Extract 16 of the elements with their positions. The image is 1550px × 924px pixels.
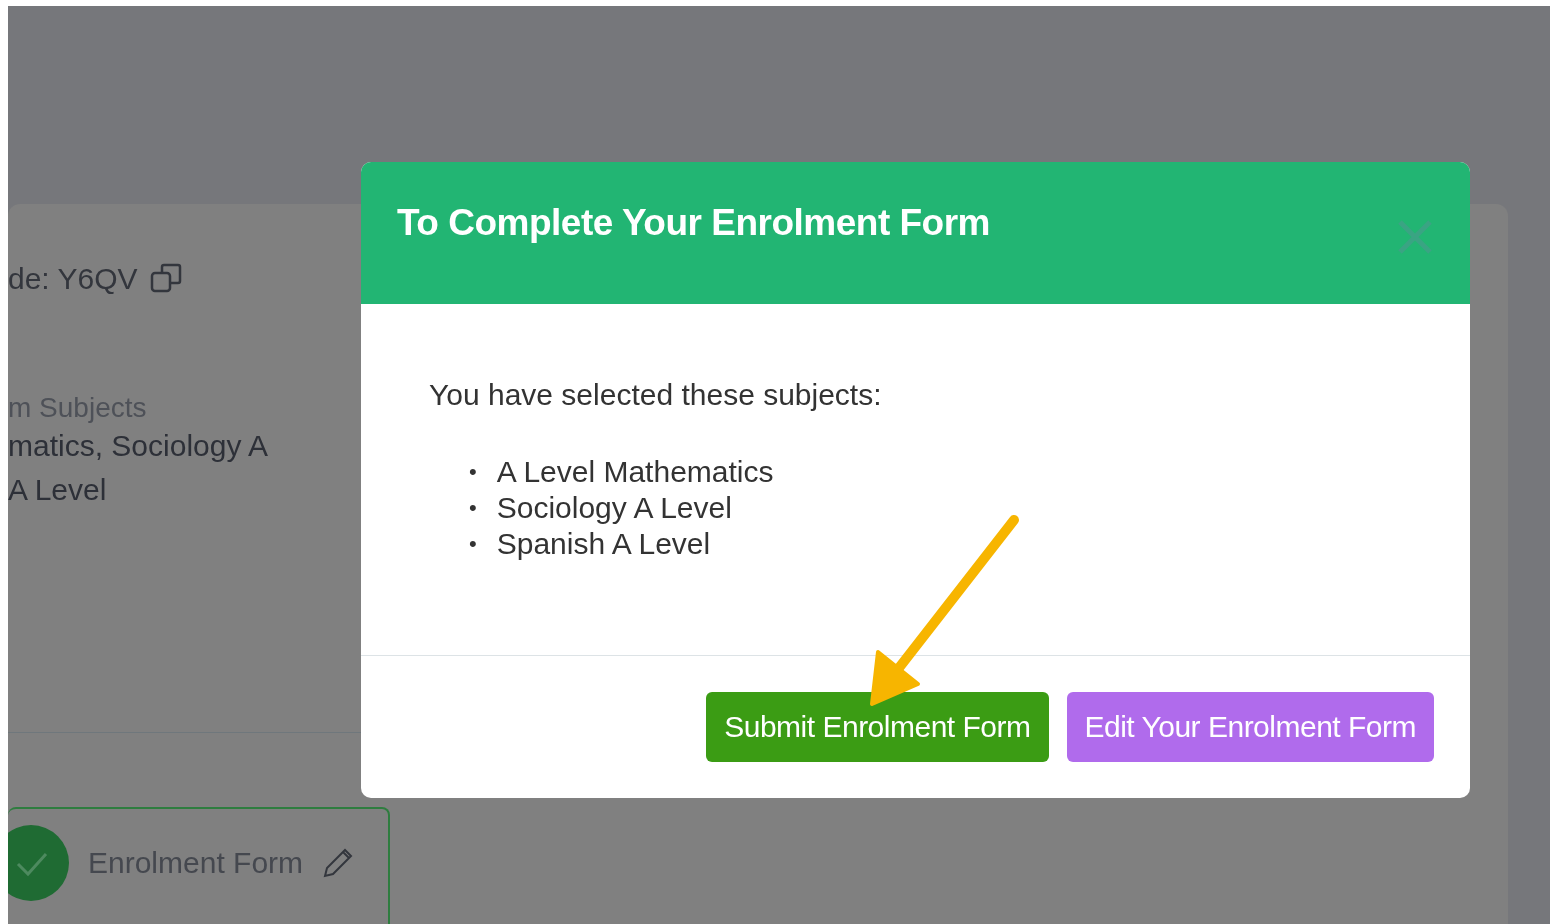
subjects-text: matics, Sociology A xyxy=(8,428,269,464)
step-label: Enrolment Form xyxy=(88,846,304,880)
bullet-mark: • xyxy=(469,494,477,522)
modal-title: To Complete Your Enrolment Form xyxy=(397,202,990,244)
subject-item: A Level Mathematics xyxy=(496,454,774,490)
code-text: de: Y6QV xyxy=(8,262,138,296)
subjects-text: A Level xyxy=(8,472,107,508)
bullet-mark: • xyxy=(469,530,477,558)
intro-text: You have selected these subjects: xyxy=(429,378,883,412)
submit-button[interactable]: Submit Enrolment Form xyxy=(706,692,1049,762)
subject-item: Sociology A Level xyxy=(496,490,732,526)
edit-button[interactable]: Edit Your Enrolment Form xyxy=(1066,692,1434,762)
subject-item: Spanish A Level xyxy=(496,526,711,562)
copy-icon[interactable] xyxy=(149,263,184,295)
enrolment-step-card[interactable]: Enrolment Form xyxy=(8,807,390,924)
bullet-mark: • xyxy=(469,458,477,486)
